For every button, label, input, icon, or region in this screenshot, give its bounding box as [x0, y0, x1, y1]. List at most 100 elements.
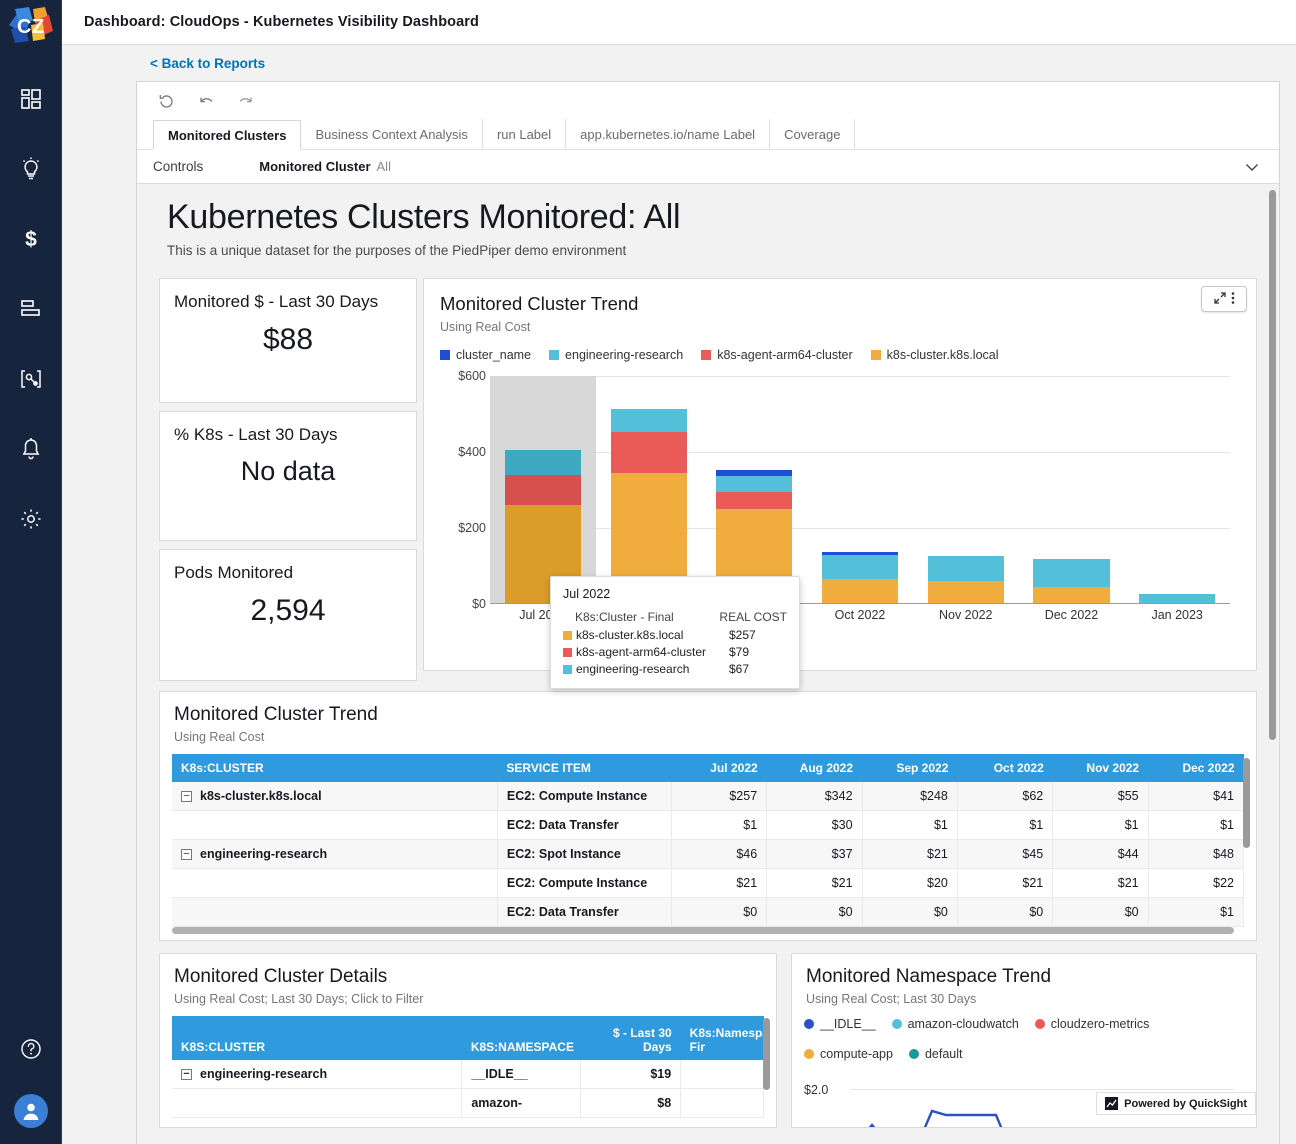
cell-value: $21 — [1052, 868, 1149, 898]
kpi-pods-monitored[interactable]: Pods Monitored 2,594 — [159, 549, 417, 681]
legend-label: default — [924, 1047, 963, 1061]
filter-monitored-cluster[interactable]: Monitored Cluster All — [259, 159, 391, 174]
controls-label: Controls — [153, 159, 204, 174]
table-row[interactable]: EC2: Data Transfer $1 $30 $1 $1 $1 $1 — [172, 810, 1245, 840]
back-to-reports-link[interactable]: < Back to Reports — [62, 45, 1296, 79]
stacked-bar[interactable] — [927, 556, 1004, 603]
tab-monitored-clusters[interactable]: Monitored Clusters — [153, 120, 302, 150]
collapse-icon[interactable]: − — [181, 791, 192, 803]
quicksight-icon — [1105, 1097, 1119, 1110]
dashboard-icon[interactable] — [16, 84, 46, 114]
tooltip-title: Jul 2022 — [563, 587, 611, 601]
legend-label: amazon-cloudwatch — [907, 1017, 1019, 1031]
cell-value: $21 — [766, 868, 863, 898]
legend-swatch — [870, 350, 881, 360]
bar-slot-nov-2022[interactable] — [913, 376, 1019, 603]
col-sep-2022[interactable]: Sep 2022 — [862, 754, 958, 782]
tab-business-context-analysis[interactable]: Business Context Analysis — [301, 119, 483, 149]
legend-label: cluster_name — [456, 348, 532, 362]
tab-app-kubernetes-io-name-label[interactable]: app.kubernetes.io/name Label — [566, 119, 771, 149]
settings-icon[interactable] — [16, 504, 46, 534]
col-oct-2022[interactable]: Oct 2022 — [957, 754, 1053, 782]
col-nov-2022[interactable]: Nov 2022 — [1052, 754, 1149, 782]
undo-icon[interactable] — [193, 88, 219, 114]
legend-item-cloudzero-metrics[interactable]: cloudzero-metrics — [1034, 1017, 1149, 1031]
cell-value: $46 — [671, 839, 768, 869]
budgets-icon[interactable] — [16, 294, 46, 324]
tooltip-row-value: $257 — [729, 628, 756, 642]
collapse-icon[interactable]: − — [181, 1069, 192, 1081]
alerts-icon[interactable] — [16, 434, 46, 464]
redo-icon[interactable] — [233, 88, 259, 114]
table-row[interactable]: − engineering-research __IDLE__ $19 — [172, 1060, 764, 1089]
col-k8s-namespace[interactable]: K8S:NAMESPACE — [461, 1016, 581, 1060]
table-row[interactable]: − k8s-cluster.k8s.local EC2: Compute Inst… — [172, 782, 1245, 811]
legend-label: k8s-agent-arm64-cluster — [717, 348, 853, 362]
col-aug-2022[interactable]: Aug 2022 — [766, 754, 863, 782]
legend-item-engineering-research[interactable]: engineering-research — [549, 348, 683, 362]
legend-item-k8s-cluster-k8s-local[interactable]: k8s-cluster.k8s.local — [870, 348, 999, 362]
legend-item-k8s-agent-arm64-cluster[interactable]: k8s-agent-arm64-cluster — [701, 348, 853, 362]
stacked-bar[interactable] — [610, 409, 687, 603]
legend-item-compute-app[interactable]: compute-app — [804, 1047, 893, 1061]
col-namespace-first[interactable]: K8s:Namespace Fir — [680, 1016, 776, 1060]
table-vertical-scrollbar[interactable] — [1243, 758, 1250, 848]
legend-swatch — [549, 350, 560, 360]
table-row[interactable]: amazon- $8 — [172, 1088, 764, 1118]
collapse-icon[interactable]: − — [181, 849, 192, 861]
dashboard-tabs: Monitored Clusters Business Context Anal… — [137, 119, 1279, 150]
cloudzero-logo[interactable]: C Z — [0, 2, 62, 48]
col-k8s-cluster[interactable]: K8S:CLUSTER — [172, 1016, 462, 1060]
stacked-bar[interactable] — [821, 552, 899, 603]
stacked-bar[interactable] — [1139, 594, 1216, 603]
y-axis-labels: $600 $400 $200 $0 — [440, 369, 486, 611]
legend-label: __IDLE__ — [820, 1017, 876, 1031]
legend-item-default[interactable]: default — [908, 1047, 963, 1061]
namespace-y-tick: $2.0 — [804, 1083, 829, 1097]
kebab-menu-icon[interactable] — [1231, 291, 1235, 308]
legend-label: k8s-cluster.k8s.local — [886, 348, 999, 362]
help-icon[interactable] — [16, 1034, 46, 1064]
col-jul-2022[interactable]: Jul 2022 — [671, 754, 767, 782]
reset-icon[interactable] — [153, 88, 179, 114]
dashboard-scrollbar[interactable] — [1269, 190, 1276, 740]
table-row[interactable]: − engineering-research EC2: Spot Instance… — [172, 839, 1245, 869]
table-header-row: K8s:CLUSTER SERVICE ITEM Jul 2022 Aug 20… — [172, 754, 1244, 782]
kpi-monitored-dollars[interactable]: Monitored $ - Last 30 Days $88 — [159, 278, 417, 403]
cell-value: $55 — [1052, 782, 1149, 811]
legend-dot — [804, 1049, 814, 1059]
bar-slot-jul-2022[interactable] — [490, 376, 596, 603]
insights-icon[interactable] — [16, 154, 46, 184]
bar-slot-dec-2022[interactable] — [1019, 376, 1125, 603]
details-vertical-scrollbar[interactable] — [763, 1018, 770, 1090]
table-row[interactable]: EC2: Compute Instance $21 $21 $20 $21 $2… — [172, 868, 1245, 898]
bar-slot-aug-2022[interactable] — [596, 376, 702, 603]
cell-value: $0 — [671, 897, 768, 927]
col-dec-2022[interactable]: Dec 2022 — [1148, 754, 1244, 782]
bar-slot-sep-2022[interactable] — [701, 376, 807, 603]
legend-item-cluster-name[interactable]: cluster_name — [440, 348, 531, 362]
tab-run-label[interactable]: run Label — [483, 119, 567, 149]
stacked-bar[interactable] — [1033, 559, 1110, 603]
tab-coverage[interactable]: Coverage — [770, 119, 856, 149]
legend-item-idle[interactable]: __IDLE__ — [804, 1017, 876, 1031]
cell-value: $21 — [671, 868, 768, 898]
col-k8s-cluster[interactable]: K8s:CLUSTER — [172, 754, 498, 782]
table-row[interactable]: EC2: Data Transfer $0 $0 $0 $0 $0 $1 — [172, 897, 1245, 927]
bar-slot-jan-2023[interactable] — [1124, 376, 1230, 603]
table-horizontal-scrollbar[interactable] — [172, 927, 1234, 934]
expand-icon[interactable] — [1213, 291, 1227, 308]
col-last-30-days[interactable]: $ - Last 30 Days — [580, 1016, 681, 1060]
legend-item-amazon-cloudwatch[interactable]: amazon-cloudwatch — [891, 1017, 1019, 1031]
cell-value: $41 — [1148, 782, 1245, 811]
kpi-pct-k8s[interactable]: % K8s - Last 30 Days No data — [159, 411, 417, 541]
anomalies-icon[interactable] — [16, 364, 46, 394]
bar-slot-oct-2022[interactable] — [807, 376, 913, 603]
chart-actions[interactable] — [1201, 286, 1247, 312]
dashboard-heading: Kubernetes Clusters Monitored: All — [167, 198, 681, 236]
avatar[interactable] — [13, 1094, 48, 1128]
chevron-down-icon[interactable] — [1243, 158, 1261, 179]
cost-icon[interactable]: $ — [16, 224, 46, 254]
col-service-item[interactable]: SERVICE ITEM — [497, 754, 672, 782]
tooltip-row-name: engineering-research — [576, 662, 690, 676]
